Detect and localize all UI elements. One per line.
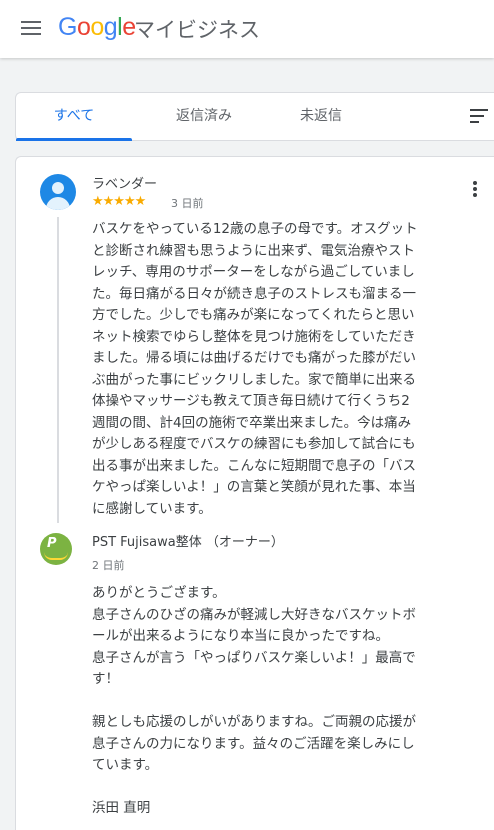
- top-app-bar: Google マイビジネス: [0, 0, 494, 58]
- active-tab-indicator: [16, 138, 132, 141]
- google-logo: Google: [58, 13, 136, 42]
- filter-tabs: すべて 返信済み 未返信: [15, 92, 494, 141]
- tab-replied[interactable]: 返信済み: [144, 93, 264, 140]
- star-rating: ★★★★★: [92, 194, 146, 209]
- business-logo-icon: P: [40, 533, 72, 565]
- owner-name: PST Fujisawa整体 （オーナー）: [92, 535, 284, 550]
- owner-reply-text: ありがとうござます。 息子さんのひざの痛みが軽減し大好きなバスケットボールが出来…: [92, 585, 416, 816]
- logo-letter: G: [58, 13, 77, 41]
- thread-line: [57, 217, 59, 523]
- sort-icon[interactable]: [470, 109, 488, 123]
- review-text: バスケをやっている12歳の息子の母です。オスグットと診断され練習も思うように出来…: [92, 221, 418, 517]
- logo-letter: o: [76, 13, 91, 41]
- tab-unreplied[interactable]: 未返信: [266, 93, 376, 140]
- logo-letter: g: [103, 13, 118, 41]
- more-vert-icon[interactable]: [473, 181, 477, 197]
- user-avatar-icon: [40, 174, 76, 210]
- review-card: ラベンダー ★★★★★ 3 日前 バスケをやっている12歳の息子の母です。オスグ…: [15, 156, 494, 830]
- reviewer-name: ラベンダー: [92, 177, 158, 192]
- logo-letter: o: [90, 13, 104, 41]
- menu-icon[interactable]: [21, 21, 41, 37]
- product-name: マイビジネス: [134, 18, 260, 42]
- review-time: 3 日前: [171, 197, 204, 210]
- reply-time: 2 日前: [92, 559, 125, 572]
- tab-all[interactable]: すべて: [16, 93, 132, 140]
